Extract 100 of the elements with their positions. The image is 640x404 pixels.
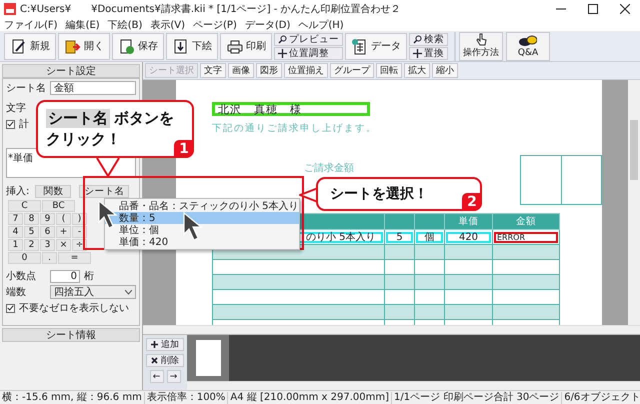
status-text: 横：-15.6 mm, 縦：96.6 mm bbox=[0, 392, 145, 404]
status-text: 1/1ページ 印刷ページ合計 30ページ bbox=[392, 392, 562, 404]
maximize-icon[interactable] bbox=[588, 4, 598, 14]
speech-bubbles-icon bbox=[519, 34, 537, 48]
field-label: 小数点 bbox=[6, 270, 37, 283]
calculator-key[interactable]: 8 bbox=[24, 213, 39, 225]
move-icon bbox=[413, 48, 422, 58]
cursor-icon bbox=[183, 212, 205, 242]
table-cell[interactable]: 個 bbox=[416, 232, 443, 242]
table-cell[interactable]: ERROR bbox=[494, 232, 558, 242]
app-icon bbox=[4, 3, 16, 15]
tab[interactable]: 文字 bbox=[6, 101, 26, 115]
tool-button[interactable]: 縮小 bbox=[432, 63, 458, 78]
sheet-name-field[interactable]: 金額 bbox=[50, 81, 136, 95]
arrow-button[interactable]: ← bbox=[150, 370, 164, 383]
help-button[interactable]: 操作方法 bbox=[459, 32, 503, 60]
sheet-name-button[interactable]: シート名 bbox=[79, 184, 130, 198]
calculator-key[interactable]: 1 bbox=[8, 239, 23, 251]
page-button[interactable]: 追加 bbox=[146, 338, 184, 351]
toolbar-button[interactable]: データ bbox=[345, 32, 407, 60]
magnifier-icon bbox=[413, 34, 422, 44]
step-badge: 1 bbox=[174, 140, 194, 158]
table-cell[interactable]: 5 bbox=[386, 232, 413, 242]
note-text: 下記の通りご請求申し上げます。 bbox=[212, 122, 378, 135]
checkbox[interactable] bbox=[6, 304, 15, 312]
function-button[interactable]: 関数 bbox=[35, 184, 72, 198]
document-icon bbox=[172, 38, 189, 54]
plus-icon bbox=[151, 341, 158, 348]
toolbar-button[interactable]: 開く bbox=[58, 32, 110, 60]
panel-header: シート設定 bbox=[2, 64, 140, 78]
callout-text: ボタンを bbox=[114, 109, 174, 128]
calculator-key[interactable]: ( bbox=[56, 213, 71, 225]
magnifier-icon bbox=[278, 34, 287, 44]
calculator-key[interactable]: 5 bbox=[24, 226, 39, 238]
toolbar-button[interactable]: 検索 bbox=[409, 32, 448, 46]
status-text: 表示倍率：100% bbox=[144, 392, 228, 404]
menu-item[interactable]: データ(D) bbox=[244, 18, 290, 32]
checkbox[interactable] bbox=[6, 120, 15, 128]
panel-header: シート情報 bbox=[2, 328, 140, 342]
toolbar-button[interactable]: 新規 bbox=[4, 32, 56, 60]
menu-item[interactable]: ページ(P) bbox=[193, 18, 237, 32]
tool-button[interactable]: 画像 bbox=[228, 63, 254, 78]
calculator-key[interactable]: BC bbox=[42, 200, 75, 212]
page-button[interactable]: 削除 bbox=[146, 354, 184, 367]
toolbar-button[interactable]: 下絵 bbox=[166, 32, 218, 60]
calculator-key[interactable]: × bbox=[56, 239, 71, 251]
checkbox-label: 不要なゼロを表示しない bbox=[19, 302, 129, 315]
table-cell[interactable]: 420 bbox=[446, 232, 491, 242]
menu-item[interactable]: ヘルプ(H) bbox=[298, 18, 344, 32]
rounding-dropdown[interactable]: 四捨五入 bbox=[50, 285, 136, 299]
calculator-key[interactable]: 4 bbox=[8, 226, 23, 238]
window-title: C:¥Users¥ ¥Documents¥請求書.kii * [1/1ページ] - かんたん印刷位置合わせ２ bbox=[20, 2, 402, 16]
field-label: 端数 bbox=[6, 286, 27, 299]
calculator-key[interactable]: C bbox=[8, 200, 41, 212]
tool-button[interactable]: 拡大 bbox=[404, 63, 430, 78]
amount-label: ご請求金額 bbox=[304, 162, 354, 175]
recipient-name-field[interactable]: 北沢 真穂 様 bbox=[212, 102, 370, 116]
calculator-key[interactable]: . bbox=[42, 252, 57, 264]
menu-item[interactable]: 編集(E) bbox=[66, 18, 100, 32]
menu-item[interactable]: 数量：5 bbox=[105, 212, 299, 224]
menu-item[interactable]: 下絵(B) bbox=[108, 18, 142, 32]
column-header: 単価 bbox=[444, 214, 492, 230]
tool-button[interactable]: 位置揃え bbox=[284, 63, 328, 78]
status-text: A4 縦 [210.00mm x 297.00mm] bbox=[228, 392, 392, 404]
tool-button[interactable]: グループ bbox=[330, 63, 374, 78]
move-icon bbox=[278, 48, 287, 58]
help-button[interactable]: Q&A bbox=[506, 32, 550, 60]
page-thumbnail[interactable] bbox=[196, 340, 220, 376]
callout-text: クリック！ bbox=[46, 130, 121, 149]
arrow-button[interactable]: → bbox=[166, 370, 180, 383]
toolbar-button[interactable]: プレビュー bbox=[274, 32, 343, 46]
toolbar-button[interactable]: 位置調整 bbox=[274, 46, 343, 60]
folder-icon bbox=[64, 38, 81, 54]
calculator-key[interactable]: = bbox=[58, 252, 91, 264]
toolbar-button[interactable]: 置換 bbox=[409, 46, 448, 60]
data-sheet-icon bbox=[351, 38, 368, 54]
tool-button[interactable]: 図形 bbox=[256, 63, 282, 78]
tool-button[interactable]: 文字 bbox=[200, 63, 226, 78]
decimal-spinner[interactable]: 0 bbox=[50, 270, 80, 282]
field-label: シート名 bbox=[6, 82, 46, 95]
column-header: 金額 bbox=[492, 214, 560, 230]
calculator-key[interactable]: 9 bbox=[40, 213, 55, 225]
calculator-key[interactable]: 3 bbox=[40, 239, 55, 251]
menu-item[interactable]: 単価：420 bbox=[105, 236, 299, 248]
tool-button[interactable]: 回転 bbox=[376, 63, 402, 78]
calculator-key[interactable]: 2 bbox=[24, 239, 39, 251]
calculator-key[interactable]: + bbox=[56, 226, 71, 238]
close-icon[interactable] bbox=[620, 4, 630, 14]
status-text: 6/6オブジェクト bbox=[562, 392, 640, 404]
checkbox-label: 計 bbox=[19, 118, 29, 131]
unit-label: 桁 bbox=[84, 270, 94, 283]
step-badge: 2 bbox=[462, 193, 482, 211]
toolbar-button[interactable]: 保存 bbox=[112, 32, 164, 60]
menu-item[interactable]: ファイル(F) bbox=[4, 18, 58, 32]
menu-item[interactable]: 単位：個 bbox=[105, 224, 299, 236]
calculator-key[interactable]: 6 bbox=[40, 226, 55, 238]
menu-item[interactable]: 表示(V) bbox=[150, 18, 186, 32]
calculator-key[interactable]: 7 bbox=[8, 213, 23, 225]
toolbar-button[interactable]: 印刷 bbox=[220, 32, 272, 60]
calculator-key[interactable]: 0 bbox=[8, 252, 41, 264]
